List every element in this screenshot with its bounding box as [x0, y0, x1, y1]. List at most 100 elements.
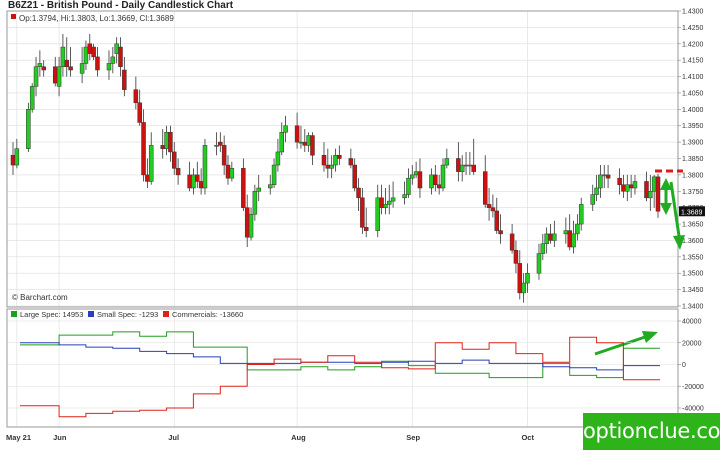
candle-body [148, 145, 154, 182]
candle-body [56, 66, 62, 87]
candle-body [106, 63, 112, 71]
candle-body [33, 66, 39, 87]
candle-body [256, 187, 261, 192]
candle-body [540, 243, 546, 254]
candle-body [387, 200, 392, 205]
price-tick-label: 1.4300 [682, 9, 704, 16]
candle-body [552, 233, 557, 241]
price-tick-label: 1.3650 [682, 222, 704, 229]
candle-body [221, 145, 227, 166]
candle-body [436, 184, 442, 189]
candle-body [379, 197, 384, 208]
candle-body [463, 164, 469, 167]
candle-body [164, 132, 169, 149]
candle-body [471, 164, 476, 172]
candle-body [486, 204, 492, 208]
candle-body [644, 181, 649, 199]
candle-body [575, 223, 580, 235]
candle-body [509, 233, 515, 251]
chart-title: B6Z21 - British Pound - Daily Candlestic… [8, 0, 234, 11]
candle-body [160, 145, 165, 149]
price-tick-label: 1.4250 [682, 25, 704, 32]
time-tick-label: Aug [291, 433, 306, 442]
candle-body [548, 233, 553, 241]
candle-body [279, 132, 284, 153]
candle-body [195, 174, 200, 182]
cot-tick-label: -40000 [682, 406, 704, 413]
candle-body [417, 171, 423, 189]
cot-tick-label: 0 [682, 362, 686, 369]
candle-body [64, 59, 69, 67]
candle-body [433, 174, 438, 185]
candle-body [172, 151, 177, 169]
candle-body [651, 176, 657, 192]
candle-body [79, 63, 85, 74]
candle-body [498, 230, 503, 235]
legend-label-large-spec: Large Spec: 14953 [20, 310, 83, 319]
candle-body [41, 66, 46, 71]
time-tick-label: Jun [53, 433, 67, 442]
candle-body [494, 210, 499, 231]
candle-body [191, 174, 196, 189]
candle-body [310, 135, 315, 156]
candle-body [571, 233, 576, 248]
candle-body [390, 197, 396, 202]
candle-body [333, 154, 338, 166]
candle-body [271, 164, 277, 185]
legend-swatch-commercials [163, 311, 169, 317]
candle-body [267, 184, 273, 189]
candle-body [198, 181, 204, 189]
candle-body [306, 135, 311, 146]
price-tick-label: 1.3600 [682, 238, 704, 245]
candle-body [444, 158, 450, 166]
price-tick-label: 1.4000 [682, 107, 704, 114]
price-tick-label: 1.4050 [682, 90, 704, 97]
candle-body [83, 46, 89, 64]
candle-body [187, 174, 192, 189]
candle-body [175, 168, 181, 176]
candle-body [459, 164, 465, 172]
candle-body [141, 122, 146, 176]
price-tick-label: 1.3750 [682, 189, 704, 196]
candle-body [413, 171, 419, 176]
time-tick-label: Sep [406, 433, 420, 442]
source-credit: © Barchart.com [12, 293, 68, 302]
cot-tick-label: 20000 [682, 340, 702, 347]
price-tick-label: 1.3800 [682, 172, 704, 179]
candle-body [383, 204, 388, 208]
candle-body [275, 151, 281, 166]
candle-body [440, 164, 446, 189]
candle-body [95, 56, 100, 71]
price-tick-label: 1.4150 [682, 58, 704, 65]
ohlc-readout: Op:1.3794, Hi:1.3803, Lo:1.3669, Cl:1.36… [19, 14, 174, 23]
candle-body [655, 176, 661, 212]
price-tick-label: 1.3850 [682, 156, 704, 163]
candle-body [29, 86, 35, 110]
candle-body [363, 227, 369, 231]
chart-root: B6Z21 - British Pound - Daily Candlestic… [0, 0, 720, 450]
candle-body [118, 46, 123, 67]
candle-body [110, 56, 116, 64]
price-tick-label: 1.4200 [682, 41, 704, 48]
candle-body [145, 174, 150, 182]
candle-body [517, 263, 523, 294]
candle-body [37, 63, 43, 67]
candle-body [598, 174, 603, 189]
candle-body [52, 66, 58, 84]
candle-body [168, 132, 173, 153]
candle-body [133, 89, 139, 104]
candle-body [214, 145, 219, 147]
candle-body [578, 204, 584, 225]
candle-body [325, 164, 331, 169]
candle-body [244, 207, 250, 238]
candle-body [114, 43, 119, 54]
candle-body [360, 197, 365, 228]
candle-body [298, 141, 304, 144]
candle-body [525, 272, 530, 284]
candle-body [605, 174, 611, 179]
price-tick-label: 1.3500 [682, 271, 704, 278]
candle-body [513, 250, 519, 264]
candle-body [10, 154, 16, 166]
candle-body [602, 174, 607, 177]
candle-body [337, 154, 342, 159]
